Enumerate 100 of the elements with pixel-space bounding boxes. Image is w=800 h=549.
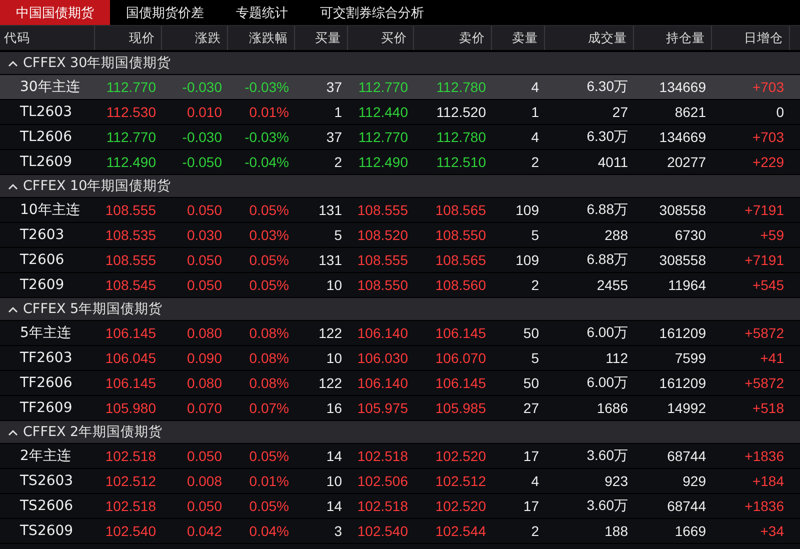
table-cell-text: 6.00万 (586, 324, 629, 342)
table-cell-text: 112 (604, 350, 629, 366)
table-cell-text: 3.60万 (586, 447, 629, 465)
table-cell-text: 161209 (658, 375, 707, 391)
column-header[interactable]: 日增仓 (712, 26, 790, 50)
table-cell-text: 105.975 (356, 400, 409, 416)
table-cell-text: -0.03% (244, 129, 290, 145)
table-cell-text: 102.512 (434, 473, 487, 489)
group-title: CFFEX 30年期国债期货 (23, 54, 172, 72)
group-row[interactable]: CFFEX 2年期国债期货 (0, 421, 800, 444)
table-cell-text: 106.145 (104, 375, 157, 391)
table-cell-text: +7191 (744, 202, 785, 218)
table-cell-text: 102.540 (356, 523, 409, 539)
table-cell-text: 112.520 (435, 104, 487, 120)
table-cell-text: 37 (325, 79, 343, 95)
column-header[interactable]: 现价 (95, 26, 162, 50)
table-cell-text: 106.145 (104, 325, 157, 341)
table-cell-text: 20277 (666, 154, 707, 170)
table-cell-text: 112.770 (105, 79, 157, 95)
table-cell-text: 5年主连 (19, 324, 72, 342)
table-cell-text: 102.506 (356, 473, 409, 489)
table-cell-text: 2 (530, 523, 540, 539)
column-header[interactable]: 持仓量 (634, 26, 712, 50)
table-cell-text: 106.030 (356, 350, 409, 366)
table-cell-text: 106.070 (434, 350, 487, 366)
table-cell-text: -0.04% (244, 154, 290, 170)
table-cell-text: 112.490 (357, 154, 409, 170)
table-cell-text: 14 (325, 498, 343, 514)
table-cell-text: 106.045 (104, 350, 157, 366)
table-cell-text: 4 (530, 79, 540, 95)
table-cell-text: 134669 (658, 79, 707, 95)
table-cell-text: 112.440 (357, 104, 409, 120)
column-header[interactable]: 代码 (0, 26, 95, 50)
table-cell-text: 3 (333, 523, 343, 539)
table-cell-text: 27 (611, 104, 629, 120)
group-title: CFFEX 2年期国债期货 (23, 423, 163, 441)
table-cell-text: TS2606 (19, 498, 74, 514)
table-cell-text: 108.565 (434, 252, 487, 268)
table-cell-text: 6.88万 (586, 201, 629, 219)
column-header[interactable]: 涨跌幅 (228, 26, 295, 50)
collapse-caret-icon[interactable] (8, 428, 18, 436)
table-cell-text: 0.05% (248, 277, 290, 293)
table-cell-text: 112.530 (105, 104, 157, 120)
table-cell-text: 108.555 (104, 202, 157, 218)
table-cell-text: 106.140 (356, 325, 409, 341)
group-row[interactable]: CFFEX 10年期国债期货 (0, 175, 800, 198)
table-cell-text: 0.05% (248, 498, 290, 514)
table-cell-text: +5872 (744, 325, 785, 341)
tab[interactable]: 可交割券综合分析 (304, 0, 440, 25)
collapse-caret-icon[interactable] (8, 182, 18, 190)
table-cell-text: 105.980 (104, 400, 157, 416)
table-cell-text: 0.008 (186, 473, 223, 489)
table-cell-text: +34 (759, 523, 785, 539)
table-cell-text: 2 (530, 277, 540, 293)
table-cell-text: 14992 (666, 400, 707, 416)
table-cell-text: 6.88万 (586, 251, 629, 269)
table-cell-text: 68744 (666, 448, 707, 464)
table-cell-text: 108.520 (356, 227, 409, 243)
table-cell-text: 0.050 (186, 498, 223, 514)
table-cell-text: 106.145 (434, 375, 487, 391)
table-cell-text: 109 (514, 202, 540, 218)
group-title: CFFEX 5年期国债期货 (23, 300, 163, 318)
table-cell-text: 108.560 (434, 277, 487, 293)
tab[interactable]: 国债期货价差 (110, 0, 220, 25)
tab[interactable]: 专题统计 (220, 0, 304, 25)
table-cell-text: 4 (530, 129, 540, 145)
table-cell-text: +184 (751, 473, 785, 489)
table-cell-text: +59 (759, 227, 785, 243)
table-cell-text: 1 (530, 104, 540, 120)
table-row[interactable]: 30年主连 112.770 -0.030 -0.03% 37 112.770 112.780 4 6.30万 134669 +703 (0, 75, 800, 100)
table-cell-text: 108.550 (434, 227, 487, 243)
group-row[interactable]: CFFEX 30年期国债期货 (0, 52, 800, 75)
table-cell-text: +703 (751, 79, 785, 95)
table-cell-text: 0.05% (248, 252, 290, 268)
table-cell-text: +5872 (744, 375, 785, 391)
table-cell-text: 0.050 (186, 448, 223, 464)
table-cell-text: 50 (522, 375, 540, 391)
table-cell-text: 308558 (658, 252, 707, 268)
table-cell-text: 131 (318, 202, 343, 218)
table-cell-text: 0.050 (186, 277, 223, 293)
table-cell-text: T2606 (19, 252, 66, 268)
table-cell-text: 105.985 (434, 400, 487, 416)
tab[interactable]: 中国国债期货 (0, 0, 110, 25)
group-row[interactable]: CFFEX 5年期国债期货 (0, 298, 800, 321)
column-header[interactable]: 卖价 (414, 26, 492, 50)
table-cell-text: -0.030 (181, 129, 223, 145)
collapse-caret-icon[interactable] (8, 60, 18, 66)
column-header[interactable]: 成交量 (545, 26, 634, 50)
column-header[interactable]: 买价 (348, 26, 414, 50)
table-cell-text: 0.08% (248, 375, 290, 391)
collapse-caret-icon[interactable] (8, 306, 18, 312)
column-header[interactable]: 涨跌 (162, 26, 228, 50)
table-cell-text: +1836 (744, 448, 785, 464)
table-cell-text: 6730 (674, 227, 707, 243)
table-cell-text: 108.535 (104, 227, 157, 243)
table-cell-text: 0.01% (248, 104, 290, 120)
table-cell-text: 0.030 (186, 227, 223, 243)
column-header[interactable]: 买量 (295, 26, 348, 50)
table-cell-text: 0.042 (186, 523, 223, 539)
column-header[interactable]: 卖量 (492, 26, 545, 50)
